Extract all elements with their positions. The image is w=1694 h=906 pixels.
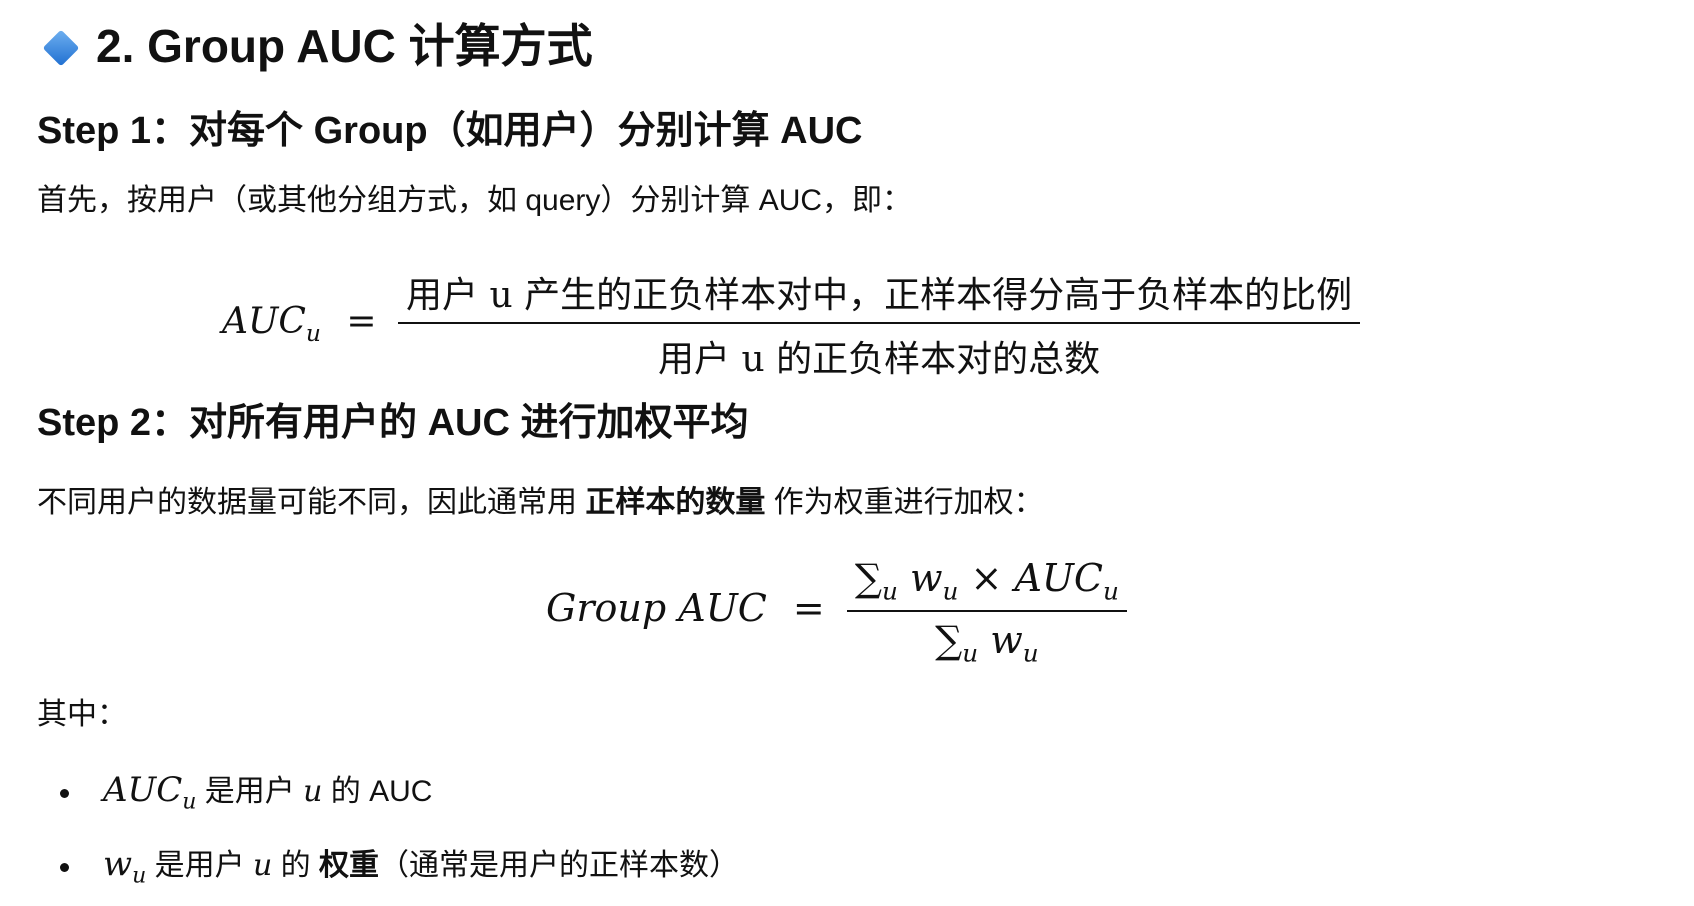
formula2-fraction: ∑u wu × AUCu ∑u wu bbox=[846, 556, 1127, 667]
formula2-den-weight: w bbox=[990, 617, 1023, 662]
step1-formula: AUCu = 用户 u 产生的正负样本对中，正样本得分高于负样本的比例 用户 u… bbox=[222, 266, 1361, 382]
item-text: 是用户 bbox=[146, 849, 253, 882]
formula2-weight-sub: u bbox=[942, 576, 959, 606]
formula2-lhs: Group AUC bbox=[546, 586, 767, 631]
formula1-lhs: AUC bbox=[222, 301, 306, 342]
item-symbol: w bbox=[103, 844, 133, 884]
item-symbol: AUC bbox=[103, 770, 183, 810]
formula2-eq: = bbox=[792, 586, 825, 631]
formula2-weight: w bbox=[910, 556, 943, 600]
formula1-eq: = bbox=[346, 301, 377, 342]
step2-formula: Group AUC = ∑u wu × AUCu ∑u wu bbox=[546, 556, 1127, 667]
formula2-den-sum-sub: u bbox=[962, 638, 979, 668]
list-item: AUCu 是用户 u 的 AUC bbox=[60, 768, 432, 825]
item-text: 是用户 bbox=[196, 775, 304, 808]
where-label: 其中： bbox=[37, 698, 127, 731]
step1-intro: 首先，按用户（或其他分组方式，如 query）分别计算 AUC，即： bbox=[37, 184, 913, 217]
step2-intro: 不同用户的数据量可能不同，因此通常用 正样本的数量 作为权重进行加权： bbox=[37, 482, 1044, 524]
section-heading-text: 2. Group AUC 计算方式 bbox=[96, 20, 593, 72]
step2-intro-tail: 作为权重进行加权： bbox=[765, 486, 1044, 519]
formula2-den-weight-sub: u bbox=[1022, 638, 1039, 668]
item-text-tail: （通常是用户的正样本数） bbox=[378, 849, 739, 882]
formula1-fraction: 用户 u 产生的正负样本对中，正样本得分高于负样本的比例 用户 u 的正负样本对… bbox=[398, 266, 1361, 382]
list-item: wu 是用户 u 的 权重（通常是用户的正样本数） bbox=[60, 842, 739, 899]
item-symbol-sub: u bbox=[132, 863, 147, 889]
formula1-denominator: 用户 u 的正负样本对的总数 bbox=[398, 322, 1361, 382]
step2-intro-bold: 正样本的数量 bbox=[585, 486, 766, 519]
formula2-sum-symbol: ∑ bbox=[854, 556, 882, 600]
step2-intro-text: 不同用户的数据量可能不同，因此通常用 bbox=[37, 486, 586, 519]
formula2-times: × bbox=[970, 556, 1003, 600]
item-variable: u bbox=[252, 848, 273, 883]
section-heading: 2. Group AUC 计算方式 bbox=[40, 16, 593, 76]
item-variable: u bbox=[303, 774, 323, 809]
bullet-icon bbox=[60, 788, 69, 798]
formula2-numerator: ∑u wu × AUCu bbox=[851, 556, 1123, 610]
item-text-tail: 的 AUC bbox=[322, 775, 433, 808]
formula2-auc: AUC bbox=[1014, 556, 1104, 600]
item-bold-text: 权重 bbox=[318, 849, 379, 882]
formula2-den-sum-symbol: ∑ bbox=[935, 617, 963, 662]
step2-title: Step 2：对所有用户的 AUC 进行加权平均 bbox=[37, 402, 749, 444]
step1-title: Step 1：对每个 Group（如用户）分别计算 AUC bbox=[37, 110, 863, 152]
formula2-sum-sub: u bbox=[882, 576, 898, 606]
formula1-numerator: 用户 u 产生的正负样本对中，正样本得分高于负样本的比例 bbox=[406, 275, 1353, 316]
item-text-mid: 的 bbox=[272, 849, 319, 882]
formula2-auc-sub: u bbox=[1103, 576, 1119, 606]
formula1-lhs-sub: u bbox=[305, 319, 321, 348]
formula2-denominator: ∑u wu bbox=[846, 609, 1127, 668]
bullet-icon bbox=[60, 862, 69, 872]
item-symbol-sub: u bbox=[182, 789, 197, 815]
blue-diamond-icon bbox=[42, 29, 80, 67]
